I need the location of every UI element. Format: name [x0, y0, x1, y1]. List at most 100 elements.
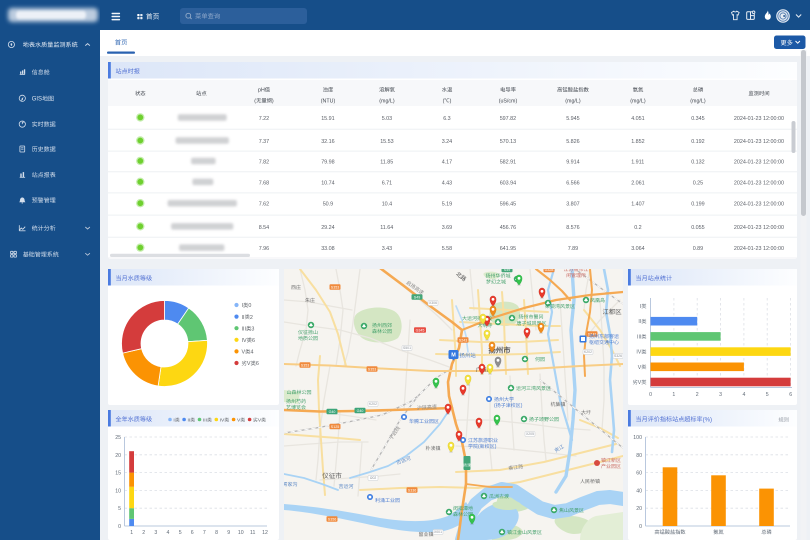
- svg-text:S353: S353: [368, 367, 376, 371]
- svg-text:5.03: 5.03: [382, 116, 393, 122]
- svg-text:4: 4: [167, 530, 170, 536]
- svg-text:50.9: 50.9: [323, 202, 334, 208]
- svg-text:X205: X205: [526, 432, 534, 436]
- svg-text:8.576: 8.576: [566, 225, 580, 231]
- svg-text:2024-01-23 12:00:00: 2024-01-23 12:00:00: [734, 116, 784, 122]
- svg-text:6.3: 6.3: [443, 116, 451, 122]
- svg-text:11: 11: [250, 530, 255, 536]
- svg-text:80: 80: [636, 453, 642, 459]
- svg-text:I: I: [242, 303, 244, 309]
- svg-text:II: II: [638, 319, 641, 325]
- svg-text:S356: S356: [328, 517, 336, 521]
- svg-text:7.89: 7.89: [568, 246, 579, 252]
- svg-text:20: 20: [115, 453, 121, 459]
- svg-text:12: 12: [262, 530, 268, 536]
- svg-text:III: III: [637, 334, 641, 340]
- svg-text:(%): (%): [703, 416, 712, 423]
- svg-text:(NTU): (NTU): [321, 98, 336, 104]
- svg-text:10: 10: [115, 488, 121, 494]
- svg-text:G40: G40: [357, 409, 364, 413]
- svg-text:8: 8: [215, 530, 218, 536]
- svg-text:29.24: 29.24: [321, 225, 335, 231]
- svg-text:2: 2: [696, 392, 699, 398]
- svg-text:0.199: 0.199: [691, 202, 705, 208]
- svg-text:596.45: 596.45: [500, 202, 517, 208]
- svg-text:2: 2: [250, 315, 253, 321]
- svg-text:79.98: 79.98: [321, 159, 335, 165]
- svg-text:100: 100: [633, 435, 642, 441]
- svg-text:3.24: 3.24: [442, 139, 453, 145]
- svg-text:V: V: [242, 350, 246, 356]
- svg-text:7.82: 7.82: [259, 159, 270, 165]
- svg-text:(: (: [254, 98, 256, 104]
- svg-text:3.064: 3.064: [631, 246, 645, 252]
- svg-text:7.68: 7.68: [259, 180, 270, 186]
- svg-text:7.22: 7.22: [259, 116, 270, 122]
- svg-text:IV: IV: [220, 418, 225, 424]
- svg-text:0.192: 0.192: [691, 139, 705, 145]
- svg-text:2024-01-23 12:00:00: 2024-01-23 12:00:00: [734, 246, 784, 252]
- svg-text:S49: S49: [504, 268, 510, 272]
- svg-text:9: 9: [227, 530, 230, 536]
- svg-text:V: V: [247, 361, 251, 367]
- svg-text:1: 1: [672, 392, 675, 398]
- svg-text:2024-01-23 12:00:00: 2024-01-23 12:00:00: [734, 139, 784, 145]
- svg-text:5.945: 5.945: [566, 116, 580, 122]
- svg-text:5: 5: [179, 530, 182, 536]
- svg-text:33.08: 33.08: [321, 246, 335, 252]
- svg-text:15.91: 15.91: [321, 116, 335, 122]
- svg-text:0: 0: [248, 303, 251, 309]
- svg-text:603.94: 603.94: [500, 180, 517, 186]
- svg-text:20: 20: [636, 506, 642, 512]
- svg-text:V: V: [638, 380, 642, 386]
- svg-text:7.62: 7.62: [259, 202, 270, 208]
- svg-text:X306: X306: [429, 301, 437, 305]
- svg-text:456.76: 456.76: [500, 225, 517, 231]
- svg-text:5.19: 5.19: [442, 202, 453, 208]
- svg-text:G40: G40: [329, 410, 336, 414]
- svg-text:5: 5: [118, 506, 121, 512]
- svg-text:0.25: 0.25: [693, 180, 704, 186]
- svg-text:0: 0: [649, 392, 652, 398]
- svg-text:3: 3: [251, 326, 254, 332]
- svg-text:3.43: 3.43: [382, 246, 393, 252]
- svg-text:III: III: [203, 418, 207, 424]
- svg-text:(mg/L): (mg/L): [630, 98, 646, 104]
- svg-text:(mg/L): (mg/L): [565, 98, 581, 104]
- svg-text:3: 3: [719, 392, 722, 398]
- svg-text:(uS/cm): (uS/cm): [499, 98, 518, 104]
- svg-text:S243: S243: [459, 338, 467, 342]
- svg-text:S326: S326: [614, 354, 622, 358]
- svg-text:11.85: 11.85: [380, 159, 393, 165]
- svg-text:4.051: 4.051: [631, 116, 645, 122]
- svg-text:1.911: 1.911: [631, 159, 644, 165]
- svg-text:1.852: 1.852: [631, 139, 645, 145]
- svg-text:0: 0: [118, 524, 121, 530]
- svg-text:6: 6: [256, 361, 259, 367]
- svg-text:10.4: 10.4: [382, 202, 393, 208]
- svg-text:V: V: [638, 365, 642, 371]
- svg-text:1: 1: [130, 530, 133, 536]
- svg-text:4: 4: [251, 350, 254, 356]
- svg-text:10: 10: [238, 530, 244, 536]
- svg-text:5.826: 5.826: [566, 139, 580, 145]
- svg-text:S353: S353: [331, 285, 339, 289]
- svg-text:2024-01-23 12:00:00: 2024-01-23 12:00:00: [734, 225, 784, 231]
- svg-text:7.96: 7.96: [259, 246, 270, 252]
- svg-text:3: 3: [154, 530, 157, 536]
- svg-text:4.43: 4.43: [442, 180, 453, 186]
- svg-text:60: 60: [636, 471, 642, 477]
- svg-text:0.055: 0.055: [691, 225, 705, 231]
- svg-text:(: (: [443, 98, 445, 104]
- svg-text:5: 5: [766, 392, 769, 398]
- svg-text:6: 6: [252, 338, 255, 344]
- svg-text:): ): [272, 98, 274, 104]
- svg-text:G345: G345: [416, 328, 425, 332]
- svg-text:6.71: 6.71: [382, 180, 393, 186]
- svg-text:582.91: 582.91: [500, 159, 517, 165]
- svg-text:3.807: 3.807: [566, 202, 580, 208]
- svg-text:597.82: 597.82: [500, 116, 517, 122]
- svg-text:40: 40: [636, 488, 642, 494]
- svg-text:2024-01-23 12:00:00: 2024-01-23 12:00:00: [734, 202, 784, 208]
- svg-text:6.566: 6.566: [566, 180, 580, 186]
